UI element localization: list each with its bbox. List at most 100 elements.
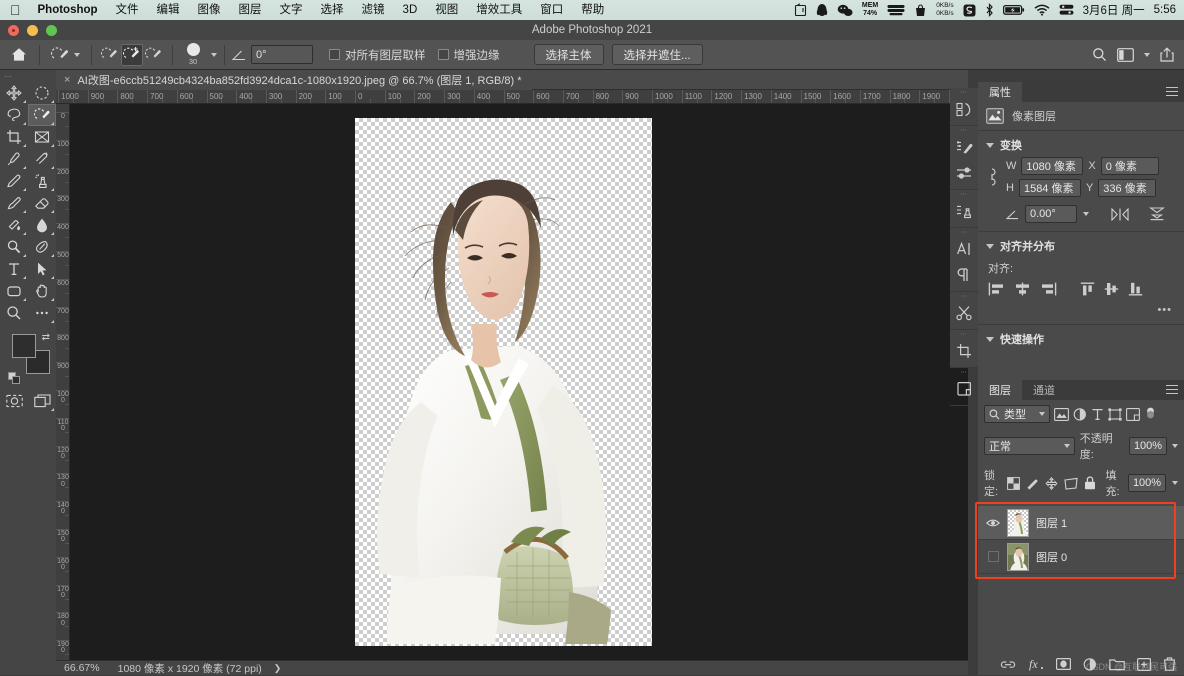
link-aspect-icon[interactable] — [986, 166, 1000, 188]
history-brush-tool[interactable] — [0, 192, 28, 214]
menu-type[interactable]: 文字 — [271, 0, 312, 20]
brush-chevron-down-icon[interactable] — [211, 53, 217, 57]
filter-shape-icon[interactable] — [1108, 408, 1122, 421]
crop-panel-icon[interactable] — [950, 338, 978, 364]
pencil-tool[interactable] — [0, 170, 28, 192]
menu-filter[interactable]: 滤镜 — [353, 0, 394, 20]
layer-row-2[interactable]: 图层 0 — [978, 540, 1184, 574]
chevron-down-icon[interactable] — [986, 337, 994, 342]
select-and-mask-button[interactable]: 选择并遮住... — [612, 44, 703, 65]
sample-all-layers-checkbox[interactable]: 对所有图层取样 — [323, 47, 432, 63]
link-layers-icon[interactable] — [1000, 659, 1016, 670]
healing-brush-tool[interactable] — [28, 148, 56, 170]
layer-visibility-toggle[interactable] — [986, 518, 1000, 528]
eyedropper-tool[interactable] — [0, 148, 28, 170]
layers-panel-menu-icon[interactable] — [1166, 385, 1178, 394]
flip-vertical-icon[interactable] — [1149, 207, 1165, 221]
chevron-down-icon[interactable] — [986, 143, 994, 148]
menu-select[interactable]: 选择 — [312, 0, 353, 20]
new-group-icon[interactable] — [1109, 658, 1125, 671]
layer-style-icon[interactable]: fx — [1028, 657, 1044, 671]
brush-settings-icon[interactable] — [950, 134, 978, 160]
close-window-button[interactable] — [8, 25, 19, 36]
workspace-chevron-down-icon[interactable] — [1144, 53, 1150, 57]
battery-icon[interactable] — [1003, 4, 1025, 16]
layer-row-1[interactable]: 图层 1 — [978, 506, 1184, 540]
elliptical-marquee-tool[interactable] — [28, 82, 56, 104]
menu-edit[interactable]: 编辑 — [148, 0, 189, 20]
add-to-selection-button[interactable] — [121, 44, 143, 66]
frame-tool[interactable] — [28, 126, 56, 148]
network-speed-indicator[interactable]: 0KB/s 0KB/s — [936, 2, 953, 18]
toolbar-grip[interactable]: ⋯ — [4, 72, 13, 81]
select-subject-button[interactable]: 选择主体 — [534, 44, 604, 65]
lock-all-icon[interactable] — [1084, 476, 1096, 490]
delete-layer-icon[interactable] — [1163, 657, 1176, 671]
more-tools[interactable] — [28, 302, 56, 324]
transform-header[interactable]: 变换 — [978, 131, 1184, 157]
dodge-tool[interactable] — [0, 236, 28, 258]
horizontal-ruler[interactable]: 1000900800700600500400300200100010020030… — [56, 90, 968, 104]
x-input[interactable]: 0 像素 — [1101, 157, 1159, 175]
menu-3d[interactable]: 3D — [394, 0, 427, 20]
minimize-window-button[interactable] — [27, 25, 38, 36]
align-more-options[interactable]: ••• — [978, 304, 1184, 324]
document-tab[interactable]: × AI改图-e6ccb51249cb4324ba852fd3924dca1c-… — [56, 70, 532, 90]
tab-layers[interactable]: 图层 — [978, 380, 1022, 400]
hand-tool[interactable] — [28, 280, 56, 302]
new-selection-button[interactable] — [99, 44, 121, 66]
y-input[interactable]: 336 像素 — [1098, 179, 1156, 197]
foreground-color-swatch[interactable] — [12, 334, 36, 358]
align-center-vertical-icon[interactable] — [1104, 282, 1119, 296]
fill-input[interactable]: 100% — [1128, 474, 1166, 492]
opacity-chevron-down-icon[interactable] — [1172, 444, 1178, 448]
gradient-tool[interactable] — [0, 214, 28, 236]
fill-chevron-down-icon[interactable] — [1172, 481, 1178, 485]
align-top-icon[interactable] — [1080, 282, 1095, 296]
menu-view[interactable]: 视图 — [426, 0, 467, 20]
wechat-icon[interactable] — [837, 4, 853, 17]
pen-tool[interactable] — [28, 236, 56, 258]
layer-thumbnail-2[interactable] — [1007, 543, 1029, 571]
eraser-tool[interactable] — [28, 192, 56, 214]
swap-colors-icon[interactable]: ⇄ — [42, 332, 50, 343]
layer-name-2[interactable]: 图层 0 — [1036, 549, 1067, 565]
tool-preset-picker[interactable] — [47, 46, 84, 64]
filter-adjustment-icon[interactable] — [1073, 408, 1087, 421]
clone-source-icon[interactable] — [950, 198, 978, 224]
quick-actions-header[interactable]: 快速操作 — [978, 325, 1184, 351]
home-button[interactable] — [6, 44, 32, 66]
blend-mode-select[interactable]: 正常 — [984, 437, 1075, 455]
angle-input[interactable]: 0° — [251, 45, 313, 64]
menu-window[interactable]: 窗口 — [531, 0, 572, 20]
filter-pixel-icon[interactable] — [1054, 408, 1069, 421]
character-panel-icon[interactable] — [950, 236, 978, 262]
menubar-date[interactable]: 3月6日 周一 — [1083, 2, 1145, 18]
visibility-off-icon[interactable] — [988, 551, 999, 562]
enhance-edge-checkbox[interactable]: 增强边缘 — [432, 47, 506, 63]
lasso-tool[interactable] — [0, 104, 28, 126]
screen-mode-tool[interactable] — [28, 390, 56, 412]
status-expand-arrow[interactable]: ❯ — [274, 663, 282, 674]
quick-mask-tool[interactable] — [0, 390, 28, 412]
filter-toggle-icon[interactable] — [1144, 407, 1157, 422]
bluetooth-icon[interactable] — [985, 3, 994, 17]
add-layer-mask-icon[interactable] — [1056, 658, 1071, 670]
filter-kind-select[interactable]: 类型 — [984, 405, 1050, 423]
zoom-tool[interactable] — [0, 302, 28, 324]
align-right-icon[interactable] — [1040, 282, 1057, 296]
panel-menu-icon[interactable] — [1166, 87, 1178, 96]
qq-icon[interactable] — [816, 3, 828, 17]
rotation-chevron-down-icon[interactable] — [1083, 212, 1089, 216]
layer-name[interactable]: 图层 1 — [1036, 515, 1067, 531]
wifi-icon[interactable] — [1034, 4, 1050, 16]
new-adjustment-layer-icon[interactable] — [1083, 658, 1097, 671]
lock-transparent-pixels-icon[interactable] — [1007, 477, 1020, 490]
apple-logo-icon[interactable]:  — [6, 0, 29, 20]
default-colors-icon[interactable] — [8, 372, 20, 384]
menu-photoshop[interactable]: Photoshop — [29, 0, 107, 20]
menu-help[interactable]: 帮助 — [572, 0, 613, 20]
share-icon[interactable] — [1160, 47, 1174, 62]
lock-image-pixels-icon[interactable] — [1026, 477, 1039, 490]
keyboard-icon[interactable] — [887, 4, 905, 16]
